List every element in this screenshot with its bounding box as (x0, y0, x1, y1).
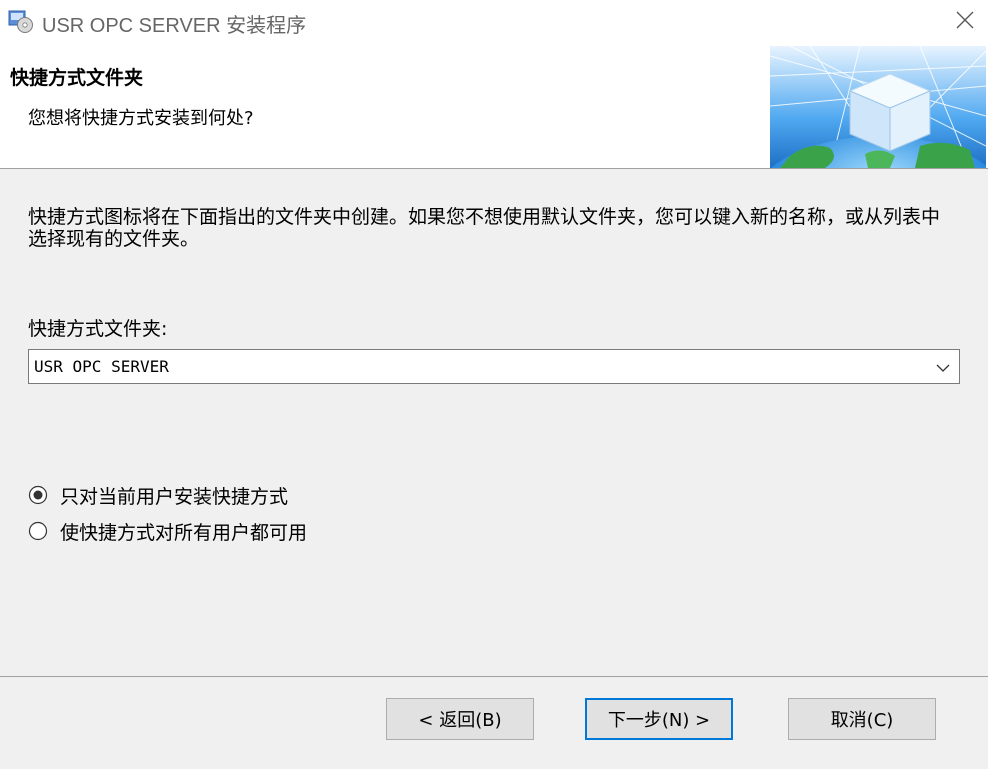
folder-combobox[interactable]: USR OPC SERVER (28, 349, 960, 384)
close-icon (956, 11, 974, 33)
wizard-header: 快捷方式文件夹 您想将快捷方式安装到何处? (0, 44, 988, 276)
folder-combobox-value[interactable]: USR OPC SERVER (34, 357, 169, 376)
page-title: 快捷方式文件夹 (10, 67, 144, 89)
radio-current-user-label[interactable]: 只对当前用户安装快捷方式 (60, 482, 288, 509)
radio-all-users[interactable]: 使快捷方式对所有用户都可用 (28, 517, 307, 545)
folder-field-label: 快捷方式文件夹: (28, 318, 168, 340)
next-button[interactable]: 下一步(N) > (585, 698, 733, 740)
cancel-button[interactable]: 取消(C) (788, 698, 936, 740)
close-button[interactable] (942, 0, 988, 44)
radio-selected-icon[interactable] (28, 485, 48, 505)
radio-current-user[interactable]: 只对当前用户安装快捷方式 (28, 481, 288, 509)
chevron-down-icon[interactable] (935, 360, 951, 374)
footer-divider (0, 676, 988, 677)
radio-all-users-label[interactable]: 使快捷方式对所有用户都可用 (60, 518, 307, 545)
installer-app-icon (8, 8, 34, 34)
instruction-text: 快捷方式图标将在下面指出的文件夹中创建。如果您不想使用默认文件夹，您可以键入新的… (28, 206, 941, 250)
radio-unselected-icon[interactable] (28, 521, 48, 541)
title-bar: USR OPC SERVER 安装程序 (0, 0, 988, 44)
window-title: USR OPC SERVER 安装程序 (42, 15, 307, 37)
back-button[interactable]: < 返回(B) (386, 698, 534, 740)
globe-cube-banner (750, 45, 988, 276)
page-subtitle: 您想将快捷方式安装到何处? (28, 108, 254, 129)
